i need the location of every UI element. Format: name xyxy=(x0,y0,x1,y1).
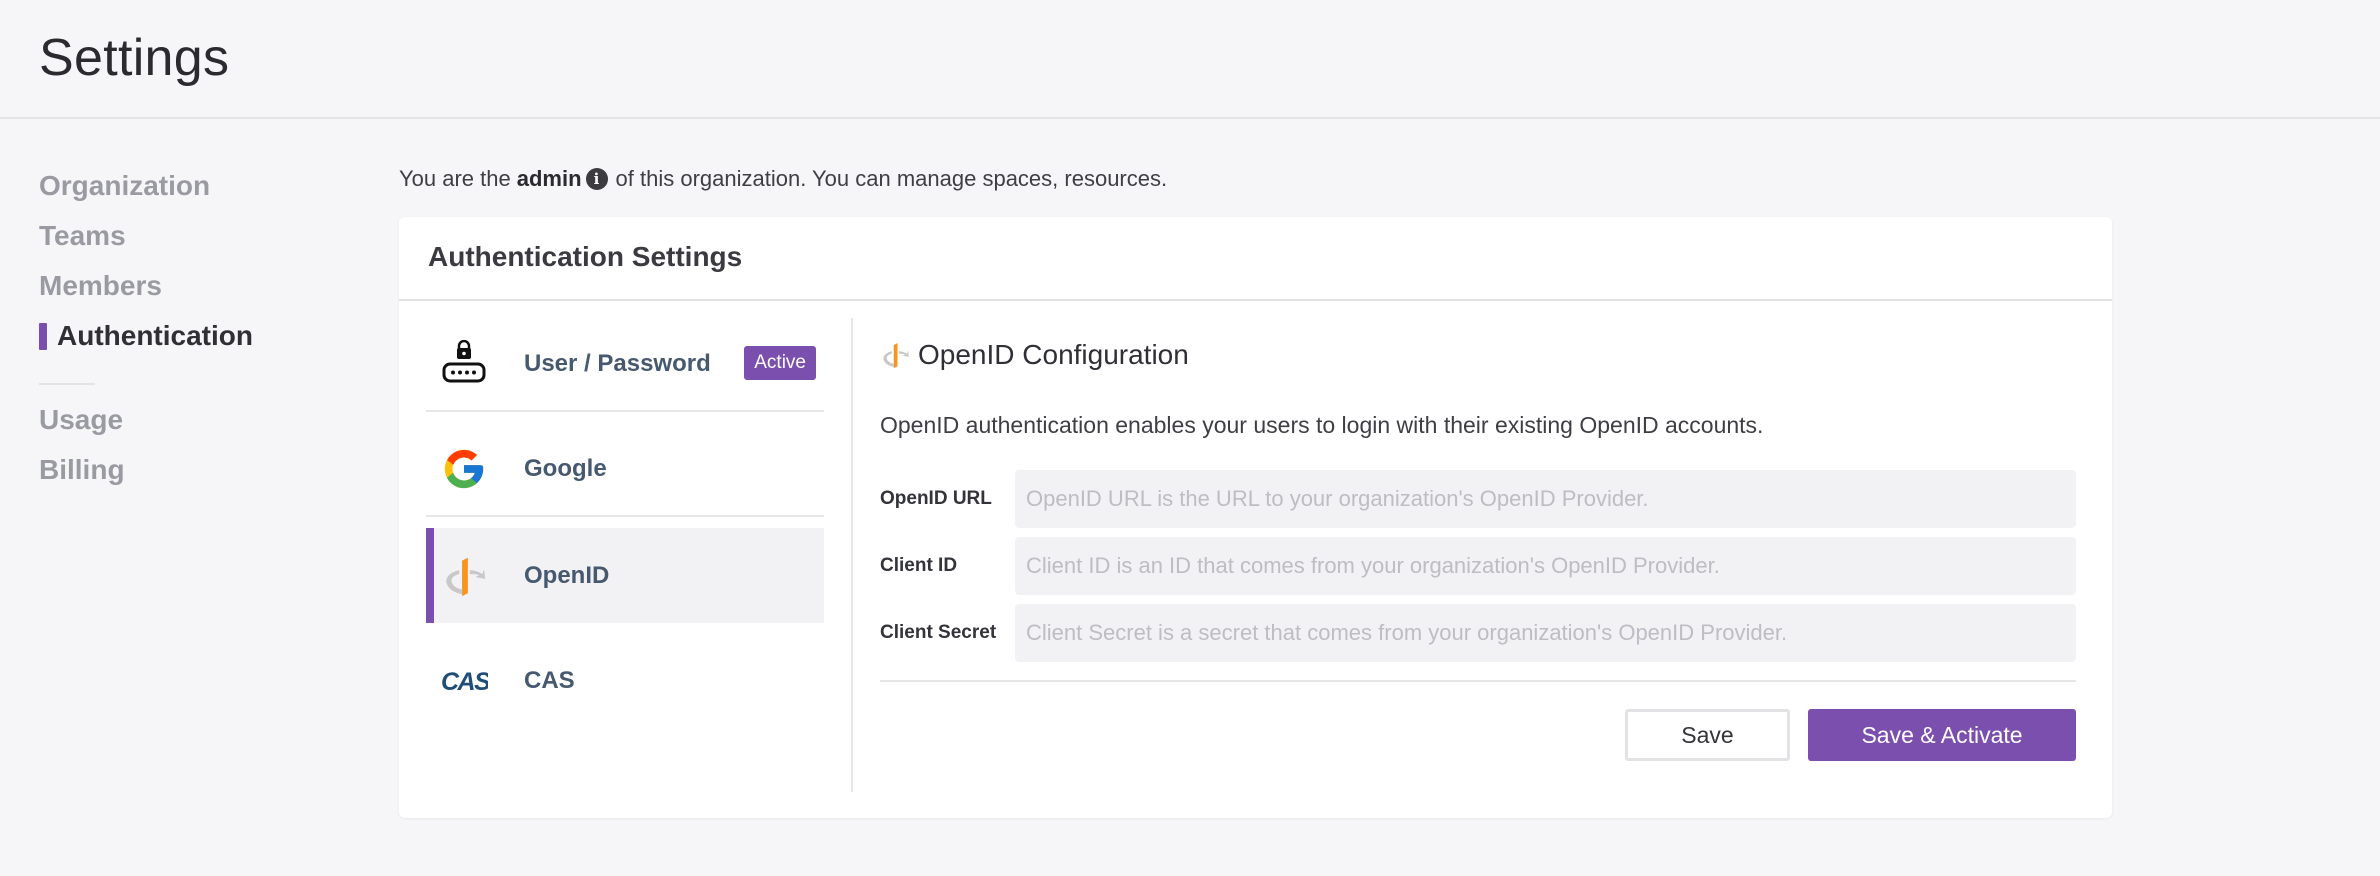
openid-icon xyxy=(438,550,490,602)
active-badge: Active xyxy=(744,346,816,380)
role-suffix: of this organization. You can manage spa… xyxy=(615,166,1168,191)
sidebar-divider xyxy=(39,383,95,385)
save-and-activate-button[interactable]: Save & Activate xyxy=(1808,709,2076,761)
client-id-input[interactable] xyxy=(1015,537,2076,595)
provider-label: OpenID xyxy=(524,561,610,589)
role-name: admin xyxy=(516,166,582,191)
info-icon[interactable]: i xyxy=(585,168,608,190)
provider-label: Google xyxy=(524,455,607,482)
role-prefix: You are the xyxy=(399,166,511,191)
openid-url-label: OpenID URL xyxy=(880,488,992,509)
form-actions: Save Save & Activate xyxy=(880,709,2076,761)
page-title: Settings xyxy=(39,29,230,87)
client-secret-input[interactable] xyxy=(1015,604,2076,662)
sidebar-item-usage[interactable]: Usage xyxy=(39,399,299,449)
authentication-settings-card: Authentication Settings User / Password … xyxy=(399,217,2112,818)
openid-icon xyxy=(883,343,909,369)
client-secret-label: Client Secret xyxy=(880,622,997,643)
openid-url-input[interactable] xyxy=(1015,470,2076,528)
cas-icon: CAS xyxy=(438,655,490,707)
card-title: Authentication Settings xyxy=(399,217,2112,301)
provider-google[interactable]: Google xyxy=(426,423,824,517)
form-row-client-id: Client ID xyxy=(880,537,2076,595)
sidebar-item-organization[interactable]: Organization xyxy=(39,165,299,215)
config-title: OpenID Configuration xyxy=(880,318,2076,392)
form-divider xyxy=(880,680,2076,682)
sidebar-item-teams[interactable]: Teams xyxy=(39,215,299,265)
provider-list: User / Password Active Google OpenID CAS… xyxy=(426,318,824,728)
client-id-label: Client ID xyxy=(880,555,958,576)
provider-label: User / Password xyxy=(524,350,711,377)
top-bar: Settings xyxy=(0,0,2380,119)
save-button[interactable]: Save xyxy=(1625,709,1790,761)
form-row-openid-url: OpenID URL xyxy=(880,470,2076,528)
sidebar-item-billing[interactable]: Billing xyxy=(39,449,299,499)
provider-openid[interactable]: OpenID xyxy=(426,528,824,623)
google-icon xyxy=(438,443,490,495)
lock-keyboard-icon xyxy=(438,338,490,390)
provider-cas[interactable]: CAS CAS xyxy=(426,634,824,728)
sidebar-item-members[interactable]: Members xyxy=(39,265,299,315)
sidebar-item-authentication[interactable]: Authentication xyxy=(39,315,299,365)
form-row-client-secret: Client Secret xyxy=(880,604,2076,662)
openid-configuration-panel: OpenID Configuration OpenID authenticati… xyxy=(880,318,2076,761)
role-notice: You are the admin i of this organization… xyxy=(399,166,1167,192)
provider-label: CAS xyxy=(524,667,575,694)
provider-user-password[interactable]: User / Password Active xyxy=(426,318,824,412)
config-description: OpenID authentication enables your users… xyxy=(880,412,1764,438)
config-title-text: OpenID Configuration xyxy=(918,339,1189,370)
panel-divider xyxy=(851,318,853,792)
settings-sidebar: Organization Teams Members Authenticatio… xyxy=(39,165,299,499)
openid-form: OpenID URL Client ID Client Secret xyxy=(880,470,2076,662)
svg-text:CAS: CAS xyxy=(441,668,488,696)
